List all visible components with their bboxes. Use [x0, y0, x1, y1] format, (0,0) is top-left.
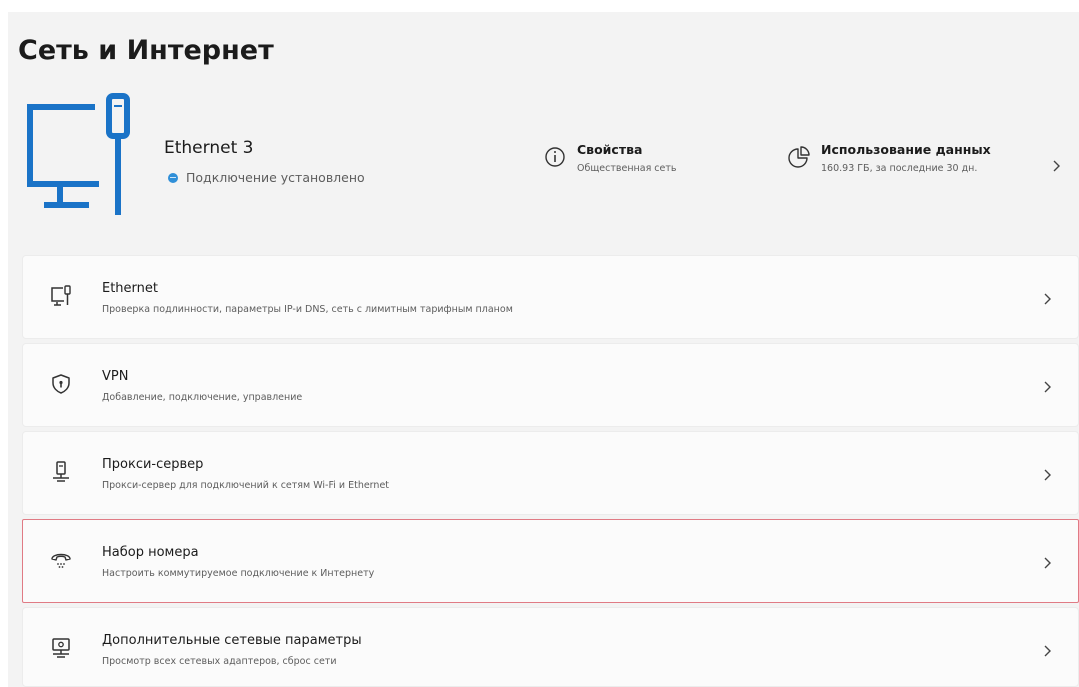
settings-row-title: VPN: [102, 369, 129, 384]
properties-title: Свойства: [577, 142, 643, 157]
vpn-shield-icon: [49, 372, 73, 396]
chevron-right-icon: [1043, 291, 1052, 305]
status-globe-icon: [168, 172, 178, 183]
properties-subtitle: Общественная сеть: [577, 163, 677, 174]
settings-row-ethernet[interactable]: Ethernet Проверка подлинности, параметры…: [22, 255, 1079, 339]
data-usage-title: Использование данных: [821, 142, 991, 157]
ethernet-icon: [49, 284, 73, 308]
settings-row-proxy[interactable]: Прокси-сервер Прокси-сервер для подключе…: [22, 431, 1079, 515]
settings-row-advanced-network[interactable]: Дополнительные сетевые параметры Просмот…: [22, 607, 1079, 687]
settings-row-dial-up[interactable]: Набор номера Настроить коммутируемое под…: [22, 519, 1079, 603]
connection-status: Подключение установлено: [168, 170, 365, 185]
settings-row-vpn[interactable]: VPN Добавление, подключение, управление: [22, 343, 1079, 427]
settings-row-subtitle: Просмотр всех сетевых адаптеров, сброс с…: [102, 656, 337, 667]
settings-row-subtitle: Прокси-сервер для подключений к сетям Wi…: [102, 480, 390, 491]
data-usage-chevron-icon[interactable]: [1052, 158, 1062, 172]
data-usage-link[interactable]: Использование данных 160.93 ГБ, за после…: [787, 142, 991, 174]
proxy-server-icon: [49, 460, 73, 484]
settings-row-subtitle: Проверка подлинности, параметры IP-и DNS…: [102, 304, 513, 315]
settings-row-title: Дополнительные сетевые параметры: [102, 633, 362, 648]
settings-row-subtitle: Настроить коммутируемое подключение к Ин…: [102, 568, 375, 579]
chevron-right-icon: [1043, 555, 1052, 569]
chevron-right-icon: [1043, 643, 1052, 657]
pie-chart-icon: [787, 145, 811, 169]
data-usage-subtitle: 160.93 ГБ, за последние 30 дн.: [821, 163, 978, 174]
device-name: Ethernet 3: [164, 138, 254, 158]
properties-link[interactable]: Свойства Общественная сеть: [543, 142, 677, 174]
connection-status-text: Подключение установлено: [186, 170, 365, 185]
settings-row-subtitle: Добавление, подключение, управление: [102, 392, 303, 403]
network-monitor-icon: [49, 636, 73, 660]
page-title: Сеть и Интернет: [18, 35, 274, 66]
chevron-right-icon: [1043, 467, 1052, 481]
dial-up-phone-icon: [49, 548, 73, 572]
settings-row-title: Ethernet: [102, 281, 158, 296]
settings-row-title: Прокси-сервер: [102, 457, 204, 472]
ethernet-monitor-icon: [20, 92, 132, 217]
info-icon: [543, 145, 567, 169]
chevron-right-icon: [1043, 379, 1052, 393]
settings-row-title: Набор номера: [102, 545, 199, 560]
